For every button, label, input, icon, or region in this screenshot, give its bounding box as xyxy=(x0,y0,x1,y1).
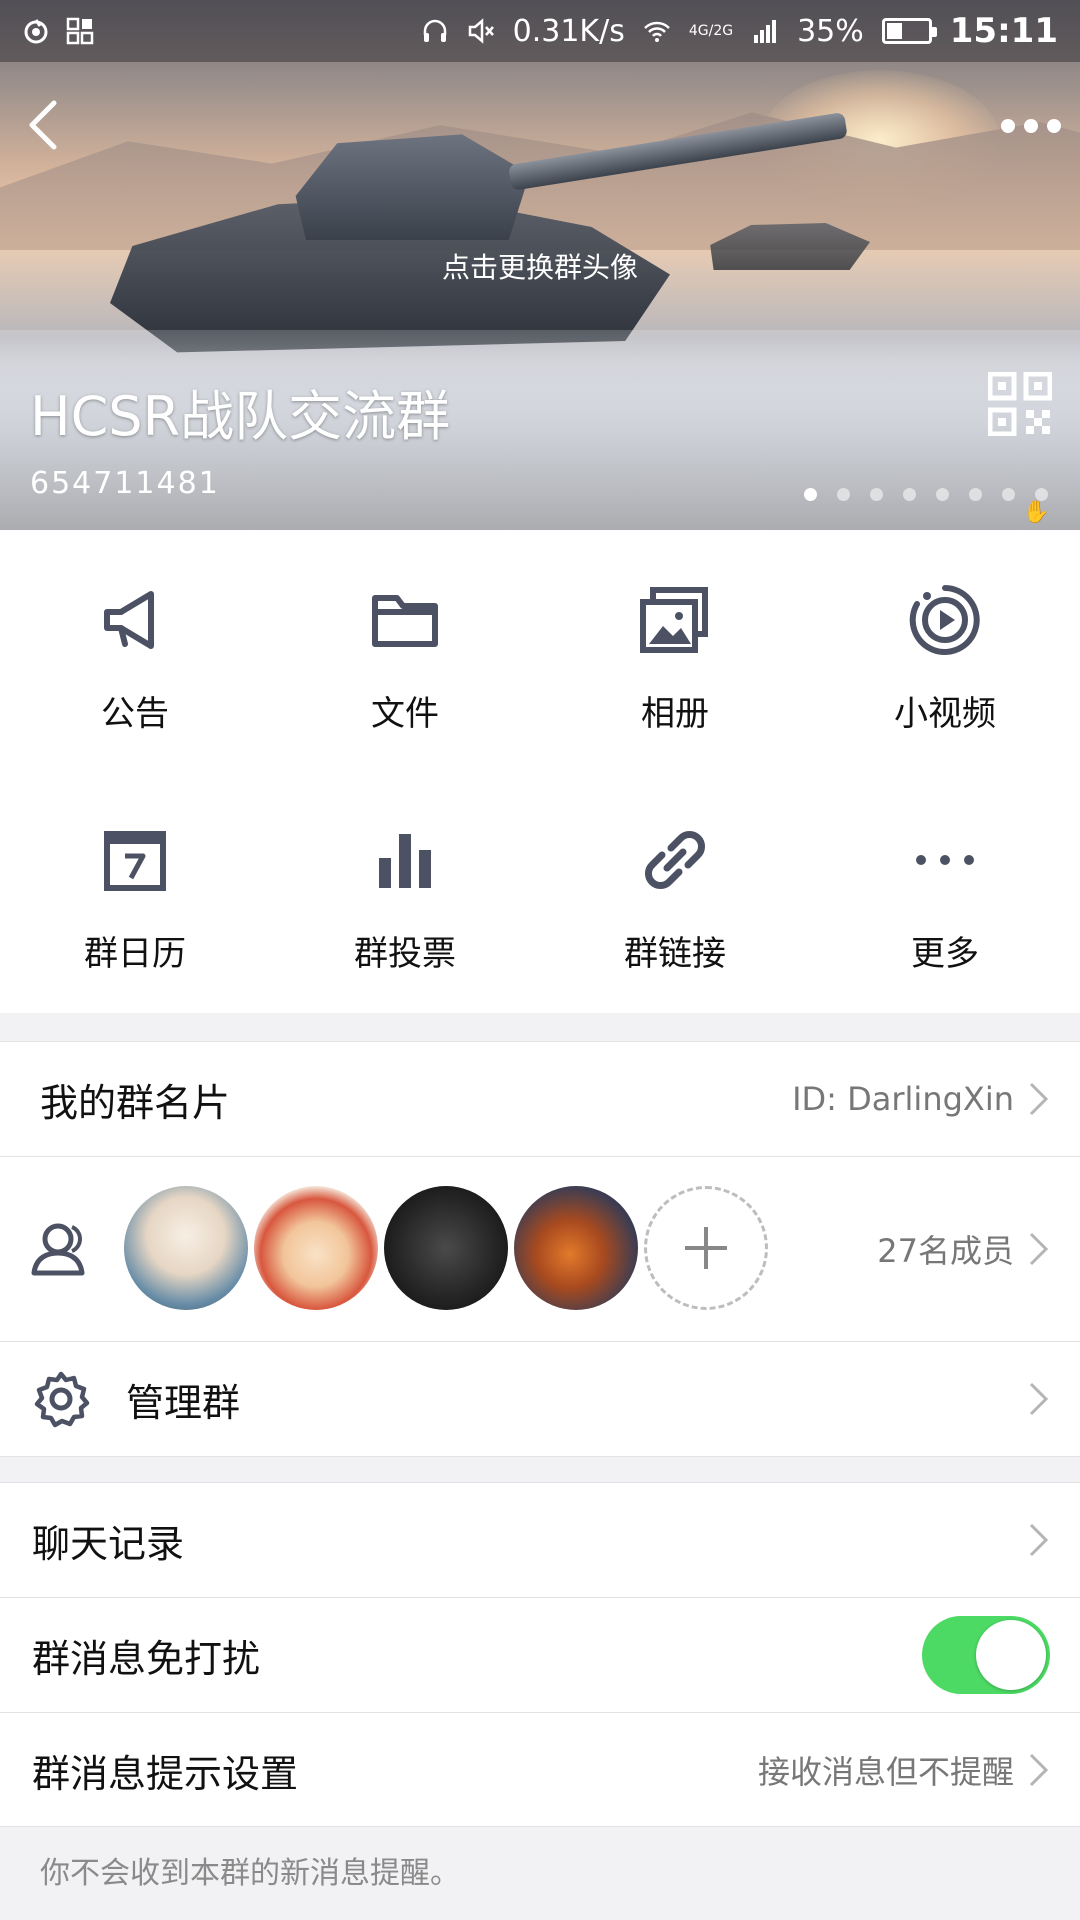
battery-percent: 35% xyxy=(797,13,864,49)
vote-label: 群投票 xyxy=(354,934,456,974)
my-group-card-title: 我的群名片 xyxy=(40,1080,231,1125)
carousel-dot xyxy=(837,488,850,501)
chevron-right-icon xyxy=(1029,1523,1049,1557)
carousel-dot xyxy=(804,488,817,501)
app-grid-icon xyxy=(66,17,94,45)
notify-settings-row[interactable]: 群消息提示设置 接收消息但不提醒 xyxy=(0,1713,1080,1827)
cover-watermark: ✋ xyxy=(1022,500,1050,525)
video-icon xyxy=(909,585,980,655)
more-dots-icon xyxy=(916,855,974,865)
change-avatar-hint[interactable]: 点击更换群头像 xyxy=(0,246,1080,286)
files-button[interactable]: 文件 xyxy=(270,530,540,772)
short-video-label: 小视频 xyxy=(894,694,996,734)
carousel-dot xyxy=(1002,488,1015,501)
files-label: 文件 xyxy=(371,694,439,734)
carousel-dot xyxy=(903,488,916,501)
qr-code-icon[interactable] xyxy=(988,372,1052,436)
announcement-label: 公告 xyxy=(101,694,169,734)
group-id: 654711481 xyxy=(30,466,220,501)
carousel-indicator xyxy=(804,488,1048,501)
do-not-disturb-toggle[interactable] xyxy=(922,1616,1050,1694)
chat-history-row[interactable]: 聊天记录 xyxy=(0,1483,1080,1597)
network-speed: 0.31K/s xyxy=(512,13,625,49)
member-avatar[interactable] xyxy=(384,1186,508,1310)
divider xyxy=(0,1456,1080,1457)
carousel-dot xyxy=(936,488,949,501)
app-notification-icon xyxy=(24,19,48,44)
back-arrow-icon[interactable] xyxy=(18,95,78,155)
album-label: 相册 xyxy=(641,694,709,734)
notify-settings-value: 接收消息但不提醒 xyxy=(757,1753,1014,1791)
footer-note: 你不会收到本群的新消息提醒。 xyxy=(40,1856,460,1891)
album-icon xyxy=(640,587,708,653)
carousel-dot xyxy=(870,488,883,501)
manage-group-title: 管理群 xyxy=(126,1380,241,1425)
member-avatar[interactable] xyxy=(124,1186,248,1310)
status-bar: 0.31K/s 4G/2G 35% 15:11 xyxy=(0,0,1080,62)
dot-icon xyxy=(1047,119,1061,133)
dot-icon xyxy=(1024,119,1038,133)
carousel-dot xyxy=(969,488,982,501)
folder-icon xyxy=(372,595,438,647)
gear-icon xyxy=(34,1371,90,1428)
mute-icon xyxy=(468,18,494,44)
member-avatar[interactable] xyxy=(514,1186,638,1310)
function-grid: 公告 文件 相册 小视频 群日历 群投票 群链接 更多 xyxy=(0,530,1080,1013)
signal-icon xyxy=(754,20,777,43)
my-group-card-row[interactable]: 我的群名片 ID: DarlingXin xyxy=(0,1042,1080,1156)
group-name: HCSR战队交流群 xyxy=(30,385,451,448)
more-functions-label: 更多 xyxy=(911,934,979,974)
plus-icon xyxy=(685,1227,727,1269)
more-functions-button[interactable]: 更多 xyxy=(810,772,1080,1013)
members-icon xyxy=(31,1223,85,1276)
vote-button[interactable]: 群投票 xyxy=(270,772,540,1013)
my-group-card-value: ID: DarlingXin xyxy=(792,1080,1014,1118)
network-type: 4G/2G xyxy=(688,23,734,39)
divider xyxy=(0,1826,1080,1827)
manage-group-row[interactable]: 管理群 xyxy=(0,1342,1080,1456)
album-button[interactable]: 相册 xyxy=(540,530,810,772)
chevron-right-icon xyxy=(1029,1082,1049,1116)
group-link-button[interactable]: 群链接 xyxy=(540,772,810,1013)
headphones-icon xyxy=(423,19,446,42)
calendar-button[interactable]: 群日历 xyxy=(0,772,270,1013)
do-not-disturb-title: 群消息免打扰 xyxy=(32,1636,261,1681)
more-options-button[interactable] xyxy=(996,108,1066,144)
announcement-button[interactable]: 公告 xyxy=(0,530,270,772)
chevron-right-icon xyxy=(1029,1232,1049,1266)
calendar-icon xyxy=(104,831,166,891)
chevron-right-icon xyxy=(1029,1753,1049,1787)
clock: 15:11 xyxy=(949,11,1058,51)
chevron-right-icon xyxy=(1029,1382,1049,1416)
notify-settings-title: 群消息提示设置 xyxy=(32,1751,299,1796)
calendar-label: 群日历 xyxy=(84,934,186,974)
link-icon xyxy=(645,831,705,889)
group-link-label: 群链接 xyxy=(624,934,726,974)
dot-icon xyxy=(1001,119,1015,133)
megaphone-icon xyxy=(104,591,154,649)
do-not-disturb-row: 群消息免打扰 xyxy=(0,1598,1080,1712)
chat-history-title: 聊天记录 xyxy=(32,1521,185,1566)
wifi-icon xyxy=(643,21,670,42)
toggle-knob xyxy=(976,1620,1046,1690)
battery-icon xyxy=(881,18,937,44)
bar-chart-icon xyxy=(379,834,431,888)
member-avatar[interactable] xyxy=(254,1186,378,1310)
add-member-button[interactable] xyxy=(644,1186,768,1310)
short-video-button[interactable]: 小视频 xyxy=(810,530,1080,772)
member-count: 27名成员 xyxy=(877,1232,1014,1270)
